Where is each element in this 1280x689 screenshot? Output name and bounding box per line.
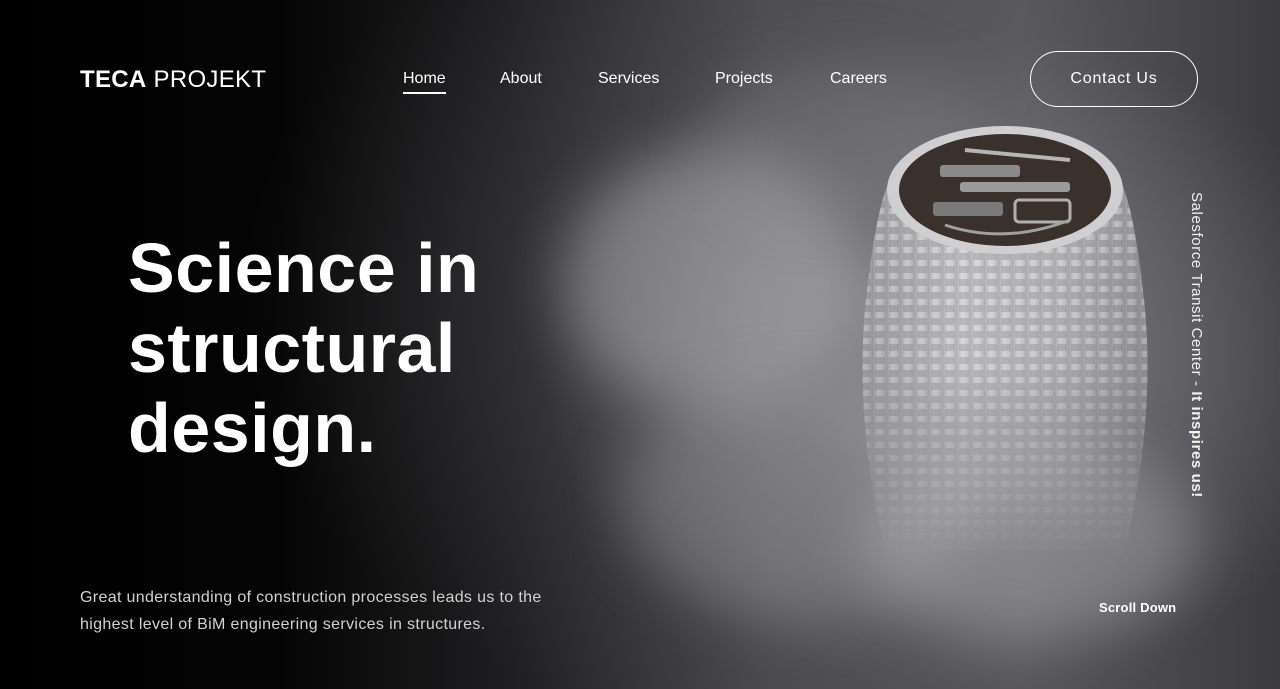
contact-us-button[interactable]: Contact Us [1030, 51, 1198, 107]
image-caption: Salesforce Transit Center - It inspires … [1177, 192, 1205, 502]
headline-line: design. [128, 389, 377, 467]
nav-item-services[interactable]: Services [598, 70, 659, 88]
scroll-down-link[interactable]: Scroll Down [1099, 600, 1176, 615]
nav-item-careers[interactable]: Careers [830, 70, 887, 88]
tagline-line: Great understanding of construction proc… [80, 589, 542, 606]
hero-headline: Science in structural design. [128, 228, 548, 468]
image-caption-emphasis: It inspires us! [1188, 391, 1205, 498]
skyscraper-image [862, 126, 1148, 550]
hero-tagline: Great understanding of construction proc… [80, 584, 580, 638]
nav-item-projects[interactable]: Projects [715, 70, 773, 88]
brand-logo[interactable]: TECA PROJEKT [80, 66, 266, 94]
nav-item-about[interactable]: About [500, 70, 542, 88]
brand-name-bold: TECA [80, 66, 147, 93]
image-caption-text: Salesforce Transit Center - [1188, 192, 1205, 392]
tagline-line: highest level of BiM engineering service… [80, 616, 486, 633]
nav-item-home[interactable]: Home [403, 70, 446, 94]
brand-name-light: PROJEKT [153, 66, 267, 93]
headline-line: Science in [128, 229, 480, 307]
headline-line: structural [128, 309, 456, 387]
